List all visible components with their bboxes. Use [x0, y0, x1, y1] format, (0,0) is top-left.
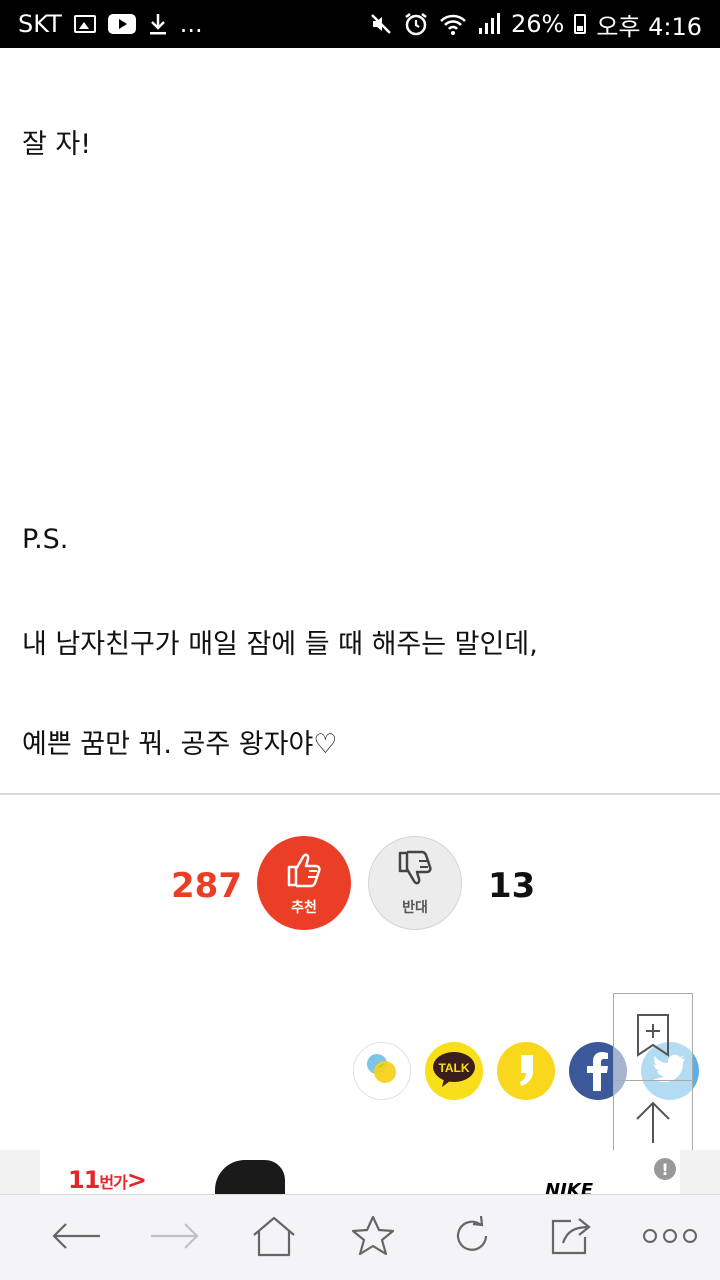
ad-nike-logo: NIKE — [545, 1180, 594, 1194]
home-button[interactable] — [226, 1195, 322, 1280]
more-menu-button[interactable] — [622, 1195, 718, 1280]
refresh-icon — [451, 1215, 493, 1261]
ad-content[interactable]: 11번가> NIKE — [40, 1150, 680, 1194]
thumbs-up-icon — [283, 849, 325, 893]
kakao-page-icon — [511, 1049, 541, 1093]
forward-icon — [149, 1221, 201, 1255]
carrier-label: SKT — [18, 10, 62, 38]
status-bar-right: 26% 오후 4:16 — [369, 7, 702, 42]
ad-shoe-image — [215, 1160, 285, 1194]
bookmark-add-icon — [635, 1012, 671, 1062]
ad-banner[interactable]: 11번가> NIKE ! — [0, 1150, 720, 1194]
status-bar-left: SKT ... — [18, 10, 203, 38]
facebook-icon — [583, 1047, 613, 1095]
share-icon — [549, 1215, 593, 1261]
more-notifications: ... — [179, 10, 203, 38]
upvote-button[interactable]: 추천 — [257, 836, 351, 930]
clock: 오후 4:16 — [596, 12, 702, 41]
ad-info-icon[interactable]: ! — [654, 1158, 676, 1180]
home-icon — [251, 1215, 297, 1261]
article-line: 잘 자! — [22, 129, 92, 160]
kakao-story-icon — [362, 1049, 402, 1093]
thumbs-down-icon — [394, 849, 436, 893]
download-icon — [148, 12, 168, 36]
signal-icon — [477, 12, 501, 36]
refresh-button[interactable] — [424, 1195, 520, 1280]
downvote-button[interactable]: 반대 — [368, 836, 462, 930]
battery-icon — [574, 14, 587, 34]
wifi-icon — [439, 12, 467, 36]
mute-icon — [369, 12, 393, 36]
upvote-label: 추천 — [291, 900, 317, 916]
kakao-story-share-button[interactable] — [353, 1042, 411, 1100]
youtube-icon — [107, 14, 136, 34]
divider — [0, 793, 720, 795]
article-line: P.S. — [22, 524, 69, 555]
article-line: 내 남자친구가 매일 잠에 들 때 해주는 말인데, — [22, 629, 538, 660]
forward-button[interactable] — [127, 1195, 223, 1280]
more-icon — [642, 1227, 698, 1249]
image-icon — [73, 15, 96, 33]
ad-11st-number: 11 — [68, 1166, 100, 1194]
floating-tool-panel — [613, 993, 693, 1165]
downvote-count: 13 — [488, 866, 536, 906]
ad-11st-arrow: > — [126, 1166, 147, 1194]
battery-percent: 26% — [510, 10, 565, 38]
kakao-page-share-button[interactable] — [497, 1042, 555, 1100]
kakao-talk-text: TALK — [438, 1061, 469, 1075]
ad-11st-suffix: 번가 — [99, 1173, 127, 1192]
back-button[interactable] — [28, 1195, 124, 1280]
scroll-top-icon — [633, 1099, 673, 1149]
ad-11st-logo: 11번가> — [68, 1166, 147, 1194]
alarm-icon — [403, 11, 429, 37]
status-bar: SKT ... 26% 오후 4:16 — [0, 0, 720, 48]
back-icon — [50, 1221, 102, 1255]
kakao-talk-icon: TALK — [430, 1049, 478, 1093]
bookmark-button[interactable] — [325, 1195, 421, 1280]
upvote-count: 287 — [171, 866, 242, 906]
share-page-button[interactable] — [523, 1195, 619, 1280]
downvote-label: 반대 — [402, 900, 428, 916]
add-bookmark-button[interactable] — [614, 994, 692, 1080]
article-line: 예쁜 꿈만 꿔. 공주 왕자야♡ — [22, 729, 338, 760]
browser-toolbar — [0, 1194, 720, 1280]
bookmark-icon — [350, 1214, 396, 1262]
kakao-talk-share-button[interactable]: TALK — [425, 1042, 483, 1100]
